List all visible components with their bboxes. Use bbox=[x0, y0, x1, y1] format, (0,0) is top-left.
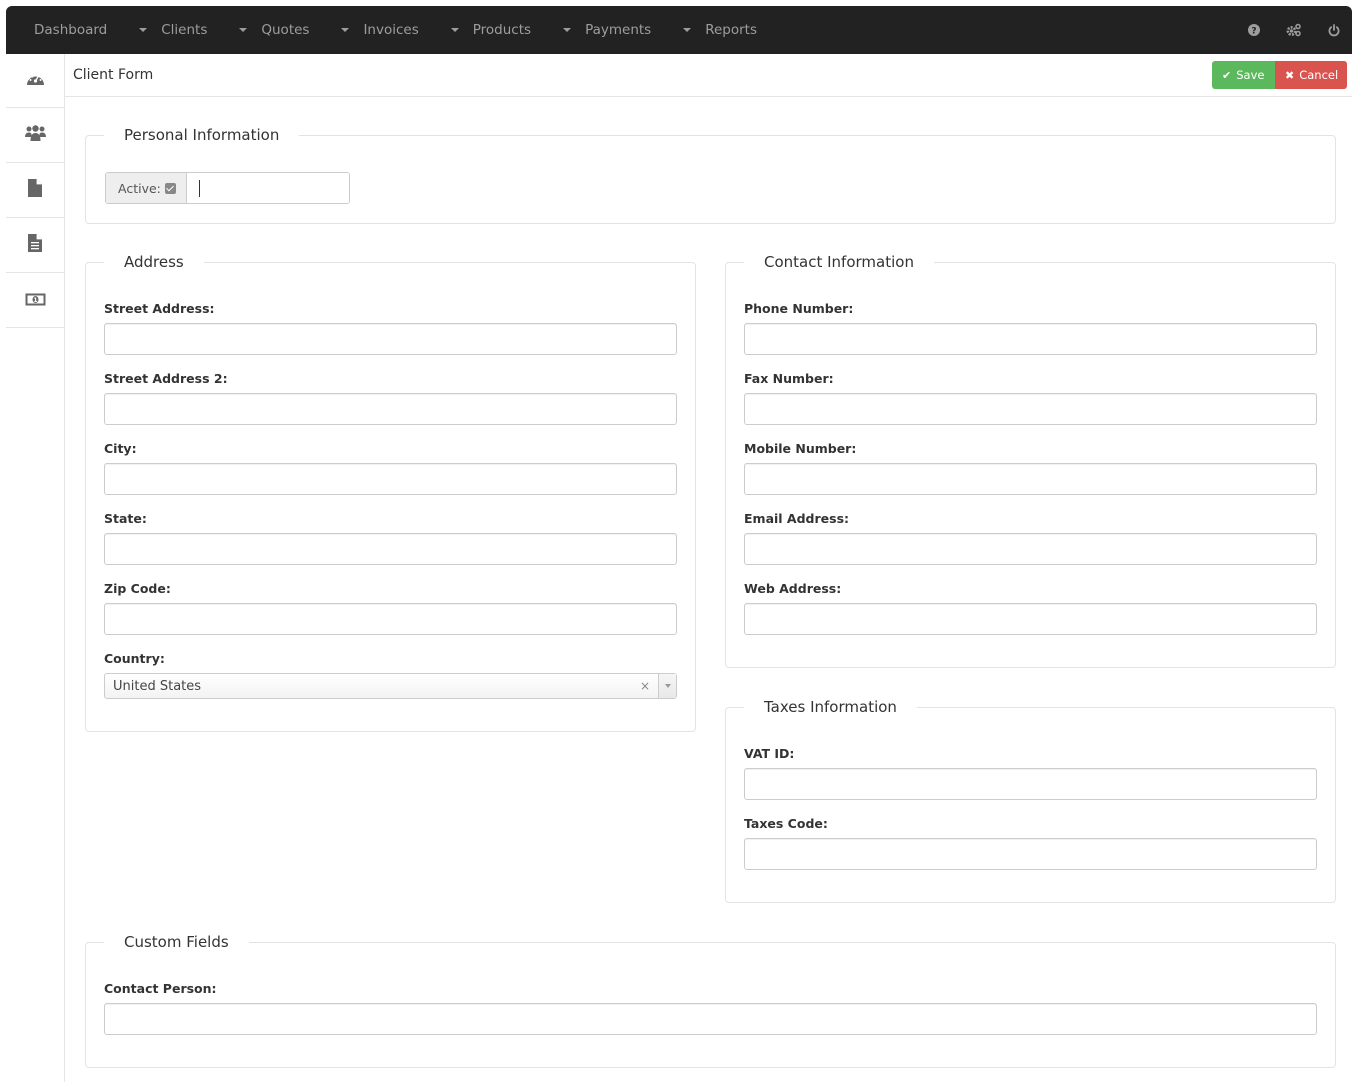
nav-reports[interactable]: Reports bbox=[681, 22, 757, 38]
nav-products[interactable]: Products bbox=[449, 22, 531, 38]
custom-fields-legend: Custom Fields bbox=[104, 932, 249, 952]
country-value: United States bbox=[113, 678, 202, 694]
page-title: Client Form bbox=[73, 67, 154, 83]
city-label: City: bbox=[104, 441, 137, 456]
contact-person-label: Contact Person: bbox=[104, 981, 217, 996]
active-checkbox[interactable] bbox=[164, 182, 176, 194]
address-legend: Address bbox=[104, 252, 204, 272]
taxes-information-legend: Taxes Information bbox=[744, 697, 917, 717]
save-label: Save bbox=[1236, 68, 1265, 82]
sidebar-item-invoices[interactable] bbox=[6, 218, 64, 273]
street-address-input[interactable] bbox=[104, 323, 677, 355]
caret-down-icon bbox=[563, 28, 572, 32]
quotes-icon bbox=[28, 179, 42, 201]
cancel-label: Cancel bbox=[1299, 68, 1339, 82]
clients-icon bbox=[24, 124, 46, 146]
taxes-information-panel: Taxes Information VAT ID: Taxes Code: bbox=[725, 697, 1336, 903]
custom-fields-panel: Custom Fields Contact Person: bbox=[85, 932, 1336, 1068]
text-cursor bbox=[199, 180, 200, 197]
street-address-2-label: Street Address 2: bbox=[104, 371, 228, 386]
mobile-number-label: Mobile Number: bbox=[744, 441, 857, 456]
sidebar-item-dashboard[interactable] bbox=[6, 54, 64, 108]
active-label: Active: bbox=[118, 180, 161, 196]
form-actions: ✔ Save ✖ Cancel bbox=[1212, 61, 1347, 89]
nav-reports-label: Reports bbox=[705, 22, 757, 38]
personal-information-legend: Personal Information bbox=[104, 125, 300, 145]
power-icon[interactable] bbox=[1328, 23, 1340, 37]
nav-products-label: Products bbox=[472, 22, 532, 38]
active-input-group: Active: bbox=[105, 172, 350, 204]
email-address-label: Email Address: bbox=[744, 511, 850, 526]
zip-code-input[interactable] bbox=[104, 603, 677, 635]
dropdown-arrow-icon[interactable] bbox=[658, 674, 676, 698]
contact-information-panel: Contact Information Phone Number: Fax Nu… bbox=[725, 252, 1336, 668]
phone-number-label: Phone Number: bbox=[744, 301, 854, 316]
nav-dashboard[interactable]: Dashboard bbox=[34, 22, 107, 38]
zip-code-label: Zip Code: bbox=[104, 581, 171, 596]
nav-quotes[interactable]: Quotes bbox=[237, 22, 309, 38]
caret-down-icon bbox=[139, 28, 148, 32]
sidebar-item-quotes[interactable] bbox=[6, 163, 64, 218]
personal-information-panel: Personal Information Active: bbox=[85, 125, 1336, 224]
taxes-code-label: Taxes Code: bbox=[744, 816, 828, 831]
phone-number-input[interactable] bbox=[744, 323, 1317, 355]
close-icon: ✖ bbox=[1285, 68, 1295, 82]
client-name-input[interactable] bbox=[187, 173, 349, 203]
caret-down-icon bbox=[683, 28, 692, 32]
main-content: Client Form ✔ Save ✖ Cancel bbox=[65, 54, 1352, 97]
svg-text:?: ? bbox=[1251, 27, 1256, 37]
name-field-wrap bbox=[187, 173, 349, 203]
sidebar: 1 bbox=[6, 54, 65, 1082]
contact-information-legend: Contact Information bbox=[744, 252, 934, 272]
mobile-number-input[interactable] bbox=[744, 463, 1317, 495]
contact-person-input[interactable] bbox=[104, 1003, 1317, 1035]
nav-dashboard-label: Dashboard bbox=[34, 22, 108, 38]
payments-icon: 1 bbox=[25, 291, 46, 310]
active-toggle[interactable]: Active: bbox=[106, 173, 187, 203]
clear-icon[interactable]: × bbox=[640, 679, 650, 693]
street-address-label: Street Address: bbox=[104, 301, 215, 316]
caret-down-icon bbox=[239, 28, 248, 32]
save-button[interactable]: ✔ Save bbox=[1212, 61, 1275, 89]
page-header: Client Form ✔ Save ✖ Cancel bbox=[65, 54, 1352, 97]
web-address-input[interactable] bbox=[744, 603, 1317, 635]
invoices-icon bbox=[28, 234, 42, 256]
nav-right: ? bbox=[1222, 6, 1352, 54]
country-select[interactable]: United States × bbox=[104, 673, 677, 699]
nav-clients-label: Clients bbox=[161, 22, 208, 38]
taxes-code-input[interactable] bbox=[744, 838, 1317, 870]
nav-clients[interactable]: Clients bbox=[137, 22, 207, 38]
nav-payments-label: Payments bbox=[585, 22, 652, 38]
street-address-2-input[interactable] bbox=[104, 393, 677, 425]
check-icon: ✔ bbox=[1222, 68, 1232, 82]
state-label: State: bbox=[104, 511, 147, 526]
web-address-label: Web Address: bbox=[744, 581, 842, 596]
nav-quotes-label: Quotes bbox=[261, 22, 310, 38]
city-input[interactable] bbox=[104, 463, 677, 495]
nav-payments[interactable]: Payments bbox=[561, 22, 651, 38]
sidebar-item-clients[interactable] bbox=[6, 108, 64, 163]
address-panel: Address Street Address: Street Address 2… bbox=[85, 252, 696, 732]
help-icon[interactable]: ? bbox=[1248, 24, 1260, 36]
fax-number-input[interactable] bbox=[744, 393, 1317, 425]
vat-id-label: VAT ID: bbox=[744, 746, 795, 761]
svg-text:1: 1 bbox=[33, 296, 37, 303]
state-input[interactable] bbox=[104, 533, 677, 565]
email-address-input[interactable] bbox=[744, 533, 1317, 565]
cancel-button[interactable]: ✖ Cancel bbox=[1275, 61, 1347, 89]
main-nav: Dashboard Clients Quotes Invoices Produc… bbox=[6, 6, 787, 54]
fax-number-label: Fax Number: bbox=[744, 371, 834, 386]
country-label: Country: bbox=[104, 651, 165, 666]
dashboard-icon bbox=[26, 71, 45, 91]
nav-invoices[interactable]: Invoices bbox=[339, 22, 419, 38]
nav-invoices-label: Invoices bbox=[363, 22, 419, 38]
caret-down-icon bbox=[450, 28, 459, 32]
vat-id-input[interactable] bbox=[744, 768, 1317, 800]
settings-icon[interactable] bbox=[1286, 23, 1302, 37]
top-navbar: Dashboard Clients Quotes Invoices Produc… bbox=[6, 6, 1352, 54]
sidebar-item-payments[interactable]: 1 bbox=[6, 273, 64, 328]
caret-down-icon bbox=[341, 28, 350, 32]
